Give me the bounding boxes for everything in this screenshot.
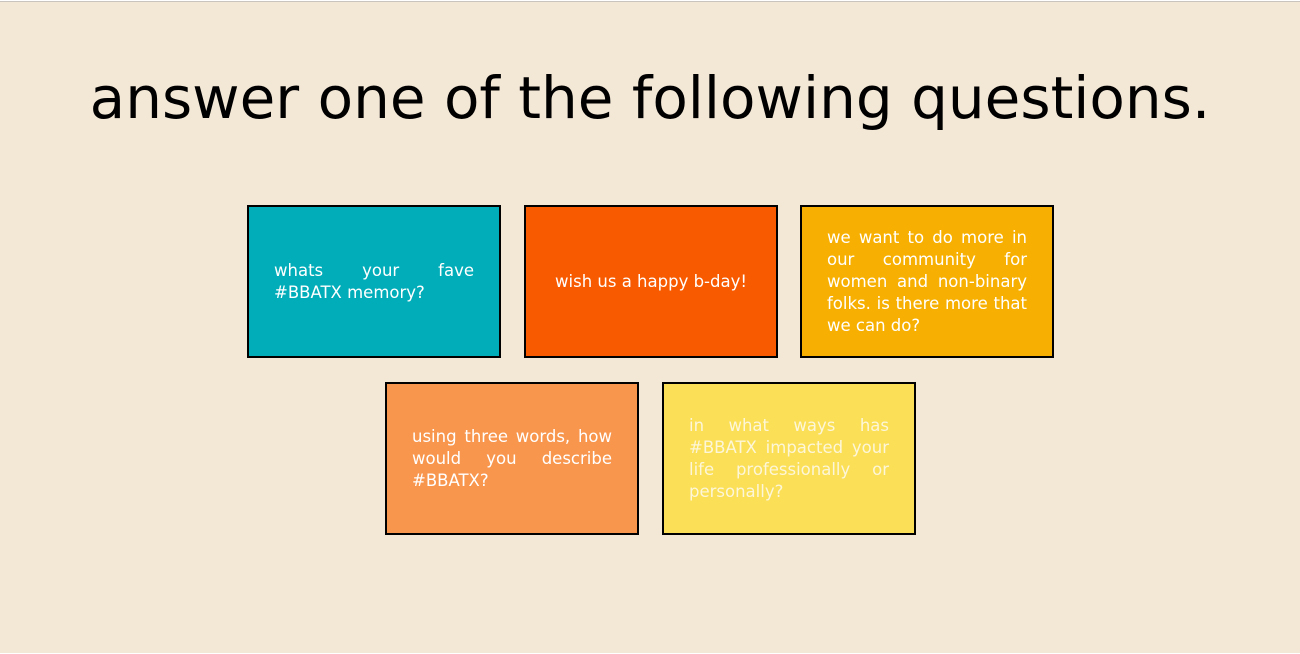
question-card-community[interactable]: we want to do more in our community for … xyxy=(800,205,1054,358)
question-card-three-words[interactable]: using three words, how would you describ… xyxy=(385,382,639,535)
page-title: answer one of the following questions. xyxy=(89,64,1211,132)
question-card-text: we want to do more in our community for … xyxy=(827,227,1027,335)
question-card-fave-memory[interactable]: whats your fave #BBATX memory? xyxy=(247,205,501,358)
question-card-text: wish us a happy b-day! xyxy=(555,271,747,291)
questions-page: answer one of the following questions. w… xyxy=(0,1,1300,653)
question-card-text: in what ways has #BBATX impacted your li… xyxy=(689,415,889,501)
question-card-impact[interactable]: in what ways has #BBATX impacted your li… xyxy=(662,382,916,535)
question-card-happy-bday[interactable]: wish us a happy b-day! xyxy=(524,205,778,358)
question-card-text: using three words, how would you describ… xyxy=(412,426,612,490)
question-card-text: whats your fave #BBATX memory? xyxy=(274,260,474,302)
